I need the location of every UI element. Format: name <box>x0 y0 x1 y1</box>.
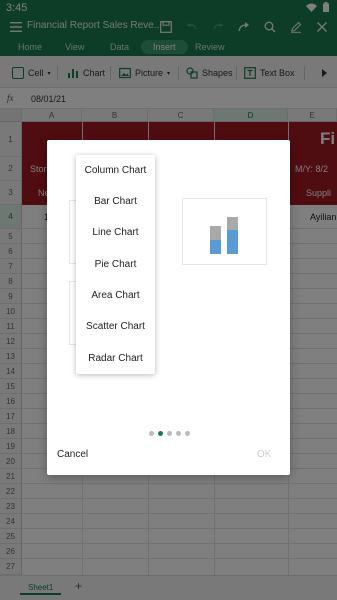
chart-type-option-bar[interactable]: Bar Chart <box>76 186 155 217</box>
bar-segment <box>227 217 238 230</box>
page-dot[interactable] <box>167 431 172 436</box>
bar-segment <box>227 230 238 254</box>
page-dot[interactable] <box>176 431 181 436</box>
chart-type-option-radar[interactable]: Radar Chart <box>76 343 155 374</box>
page-dot[interactable] <box>185 431 190 436</box>
chart-type-option-pie[interactable]: Pie Chart <box>76 249 155 280</box>
ok-button[interactable]: OK <box>257 449 271 460</box>
bar-segment <box>210 226 221 240</box>
chart-type-dropdown: Column Chart Bar Chart Line Chart Pie Ch… <box>76 155 155 374</box>
chart-type-option-area[interactable]: Area Chart <box>76 280 155 311</box>
cancel-button[interactable]: Cancel <box>57 449 88 460</box>
stacked-column-chart-icon <box>210 217 238 254</box>
chart-type-option-line[interactable]: Line Chart <box>76 217 155 248</box>
page-dot[interactable] <box>149 431 154 436</box>
chart-preview[interactable] <box>182 198 267 265</box>
bar-segment <box>210 240 221 254</box>
page-indicator <box>149 431 190 436</box>
chart-type-option-column[interactable]: Column Chart <box>76 155 155 186</box>
chart-type-option-scatter[interactable]: Scatter Chart <box>76 311 155 342</box>
page-dot-active[interactable] <box>158 431 163 436</box>
